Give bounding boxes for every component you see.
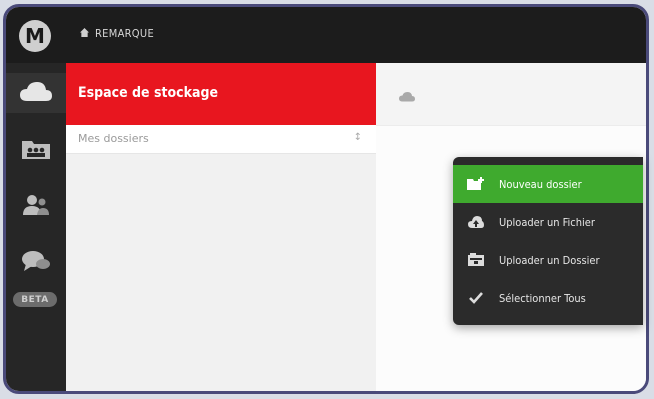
chat-icon: [21, 249, 51, 277]
menu-item-label: Uploader un Dossier: [499, 253, 600, 267]
breadcrumb-bar: [376, 63, 646, 126]
upload-file-icon: [465, 215, 487, 229]
folders-icon: [21, 138, 51, 164]
app-logo[interactable]: M: [19, 20, 51, 52]
folder-selector-value: Mes dossiers: [78, 132, 149, 145]
breadcrumb-cloud-icon[interactable]: [398, 87, 416, 106]
upload-folder-icon: [465, 253, 487, 267]
beta-badge: BETA: [13, 292, 57, 307]
menu-item-label: Sélectionner Tous: [499, 291, 586, 305]
sidebar-item-cloud[interactable]: [6, 73, 66, 113]
panel-header: Espace de stockage: [66, 63, 376, 125]
menu-item-label: Nouveau dossier: [499, 177, 582, 191]
sidebar-item-folders[interactable]: [12, 131, 60, 171]
checkmark-icon: [465, 292, 487, 304]
sidebar-item-contacts[interactable]: [12, 187, 60, 227]
menu-item-upload-folder[interactable]: Uploader un Dossier: [453, 241, 643, 279]
top-bar: M REMARQUE: [6, 7, 646, 63]
app-title: REMARQUE: [80, 27, 154, 40]
menu-item-select-all[interactable]: Sélectionner Tous: [453, 279, 643, 317]
context-menu: Nouveau dossier Uploader un Fichier Uplo…: [453, 157, 643, 325]
cloud-icon: [19, 80, 53, 106]
sidebar-item-chat[interactable]: [12, 243, 60, 283]
menu-item-upload-file[interactable]: Uploader un Fichier: [453, 203, 643, 241]
home-icon: [80, 27, 89, 40]
app-title-label: REMARQUE: [95, 27, 154, 40]
folder-selector[interactable]: Mes dossiers ↕: [66, 125, 376, 154]
contacts-icon: [22, 194, 50, 220]
new-folder-icon: [465, 177, 487, 191]
storage-panel: Espace de stockage Mes dossiers ↕: [66, 63, 377, 391]
menu-item-label: Uploader un Fichier: [499, 215, 595, 229]
sidebar: BETA: [6, 63, 66, 391]
panel-title: Espace de stockage: [78, 85, 219, 101]
menu-item-new-folder[interactable]: Nouveau dossier: [453, 165, 643, 203]
sort-arrows-icon: ↕: [353, 132, 362, 143]
